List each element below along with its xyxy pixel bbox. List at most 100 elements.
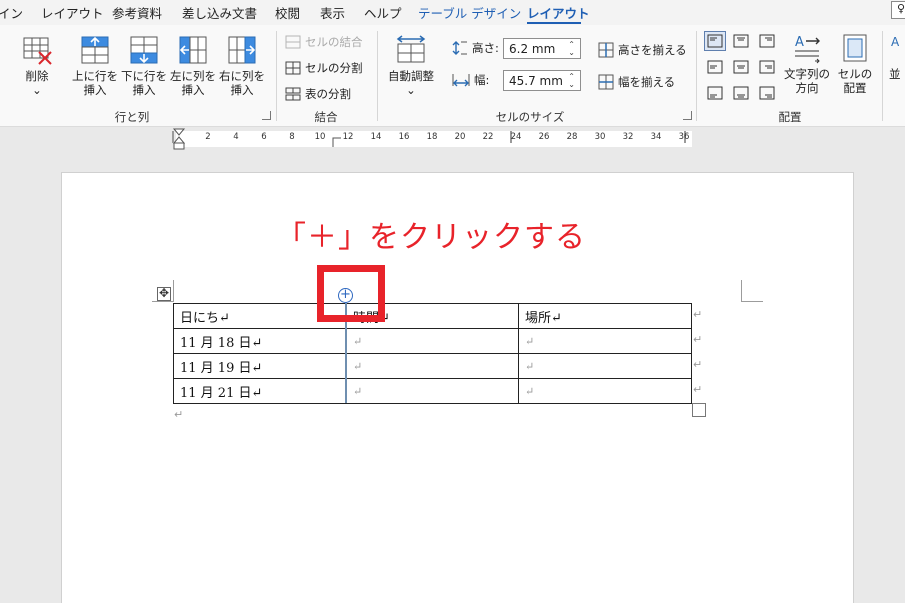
insert-column-right-icon (228, 36, 256, 64)
insert-below-button[interactable]: 下に行を 挿入 (120, 34, 168, 97)
insert-below-label-1: 下に行を (121, 69, 167, 83)
tab-help[interactable]: ヘルプ (364, 3, 402, 22)
align-top-left-icon (707, 34, 723, 48)
text-direction-label-1: 文字列の (784, 67, 830, 81)
end-of-row-mark: ↵ (693, 333, 703, 346)
table-move-handle-icon[interactable]: ✥ (157, 287, 171, 301)
alignment-group-label: 配置 (778, 110, 802, 124)
text-direction-button[interactable]: A 文字列の 方向 (782, 32, 832, 95)
row-height-stepper[interactable]: 6.2 mm ⌃ ⌄ (503, 38, 581, 59)
align-bottom-right-button[interactable] (756, 83, 778, 103)
ruler-number: 36 (678, 132, 690, 142)
split-cells-icon (285, 61, 301, 75)
align-bottom-left-button[interactable] (704, 83, 726, 103)
table-cell[interactable]: 場所↵ (518, 303, 692, 329)
col-width-label: 幅: (452, 72, 489, 88)
align-top-right-button[interactable] (756, 31, 778, 51)
column-marker[interactable] (172, 131, 174, 143)
table-cell[interactable]: 11 月 19 日↵ (173, 353, 347, 379)
horizontal-ruler[interactable]: 2 4 6 8 10 12 14 16 18 20 22 24 26 28 30 32 34 36 (0, 128, 905, 150)
insert-left-label-2: 挿入 (181, 83, 205, 97)
table-cell[interactable]: 11 月 21 日↵ (173, 378, 347, 404)
table-row: 11 月 18 日↵ ↵ ↵ (173, 328, 692, 354)
distribute-rows-button[interactable]: 高さを揃える (598, 42, 687, 58)
align-middle-center-button[interactable] (730, 57, 752, 77)
table-cell[interactable]: ↵ (346, 328, 519, 354)
align-middle-left-button[interactable] (704, 57, 726, 77)
instruction-annotation: 「＋」をクリックする (276, 220, 586, 255)
dialog-launcher-icon[interactable] (262, 111, 271, 120)
distribute-rows-label: 高さを揃える (618, 43, 687, 57)
cell-size-group-label: セルのサイズ (495, 110, 565, 124)
tab-table-layout[interactable]: レイアウト (527, 3, 590, 22)
align-bottom-right-icon (759, 86, 775, 100)
align-top-center-button[interactable] (730, 31, 752, 51)
comments-icon[interactable]: ♀ (891, 1, 905, 19)
dialog-launcher-icon[interactable] (683, 111, 692, 120)
insert-left-button[interactable]: 左に列を 挿入 (169, 34, 217, 97)
table-cell[interactable]: ↵ (346, 378, 519, 404)
text-direction-icon: A (795, 35, 820, 64)
tab-review[interactable]: 校閲 (275, 3, 300, 22)
autofit-label: 自動調整 (388, 69, 434, 83)
rows-cols-group-label: 行と列 (114, 110, 150, 124)
merge-group-label: 結合 (314, 110, 338, 124)
table-cell[interactable]: 11 月 18 日↵ (173, 328, 347, 354)
tab-mailings[interactable]: 差し込み文書 (182, 3, 257, 22)
margin-corner-mark (741, 280, 763, 302)
schedule-table[interactable]: 日にち↵ 時間↵ 場所↵ 11 月 18 日↵ ↵ ↵ 11 月 19 日↵ ↵… (173, 303, 692, 404)
align-top-left-button[interactable] (704, 31, 726, 51)
table-cell[interactable]: ↵ (346, 353, 519, 379)
tab-view[interactable]: 表示 (320, 3, 345, 22)
insert-below-label-2: 挿入 (132, 83, 156, 97)
table-cell[interactable]: ↵ (518, 328, 692, 354)
ruler-number: 32 (622, 132, 634, 142)
table-row: 日にち↵ 時間↵ 場所↵ (173, 303, 692, 329)
distribute-cols-button[interactable]: 幅を揃える (598, 74, 675, 90)
tab-table-design[interactable]: テーブル デザイン (418, 3, 521, 22)
ruler-number: 18 (426, 132, 438, 142)
spin-arrows-icon[interactable]: ⌃ ⌄ (568, 40, 575, 57)
split-table-icon (285, 87, 301, 101)
ruler-number: 6 (261, 132, 267, 142)
delete-button[interactable]: 削除 ⌄ (14, 34, 60, 97)
insert-right-label-1: 右に列を (219, 69, 265, 83)
table-resize-handle[interactable] (692, 403, 706, 417)
table-cell[interactable]: ↵ (518, 353, 692, 379)
sort-button-partial[interactable]: A 並 (889, 32, 905, 81)
active-tab-indicator (527, 22, 581, 24)
col-width-stepper[interactable]: 45.7 mm ⌃ ⌄ (503, 70, 581, 91)
autofit-button[interactable]: 自動調整 ⌄ (384, 34, 438, 97)
ruler-number: 24 (510, 132, 522, 142)
ruler-number: 4 (233, 132, 239, 142)
insert-above-button[interactable]: 上に行を 挿入 (71, 34, 119, 97)
tab-references[interactable]: 参考資料 (112, 3, 162, 22)
tab-layout-page[interactable]: レイアウト (41, 3, 104, 22)
cell-margins-label-1: セルの (837, 67, 873, 81)
align-bottom-center-button[interactable] (730, 83, 752, 103)
align-middle-right-button[interactable] (756, 57, 778, 77)
table-row: 11 月 19 日↵ ↵ ↵ (173, 353, 692, 379)
split-table-button[interactable]: 表の分割 (285, 86, 351, 102)
cell-margins-button[interactable]: セルの 配置 (834, 32, 876, 95)
insert-column-left-icon (179, 36, 207, 64)
insert-above-label-1: 上に行を (72, 69, 118, 83)
tab-design-partial[interactable]: イン (0, 3, 23, 22)
insert-left-label-1: 左に列を (170, 69, 216, 83)
autofit-icon (396, 35, 426, 63)
end-of-row-mark: ↵ (693, 383, 703, 396)
insert-row-above-icon (81, 36, 109, 64)
insert-right-button[interactable]: 右に列を 挿入 (218, 34, 266, 97)
ruler-number: 14 (370, 132, 382, 142)
align-bottom-left-icon (707, 86, 723, 100)
spin-arrows-icon[interactable]: ⌃ ⌄ (568, 72, 575, 89)
column-boundary-marker-icon[interactable] (332, 137, 342, 149)
merge-cells-button[interactable]: セルの結合 (285, 34, 363, 50)
chevron-down-icon: ⌄ (32, 83, 42, 97)
insert-column-plus-icon[interactable]: + (338, 288, 353, 303)
ruler-number: 12 (342, 132, 354, 142)
distribute-rows-icon (598, 42, 614, 58)
split-cells-button[interactable]: セルの分割 (285, 60, 363, 76)
table-cell[interactable]: ↵ (518, 378, 692, 404)
distribute-cols-label: 幅を揃える (618, 75, 676, 89)
